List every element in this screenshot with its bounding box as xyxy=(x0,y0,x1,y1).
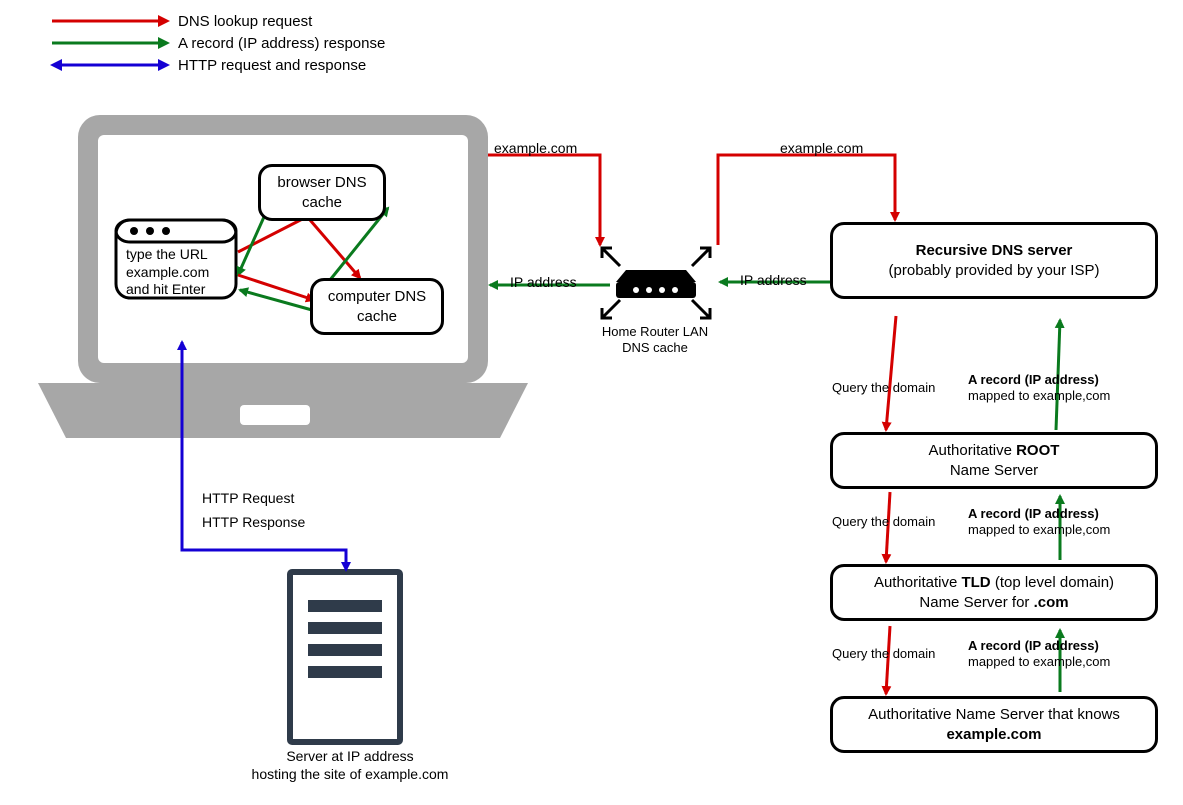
tld-ns-box: Authoritative TLD (top level domain) Nam… xyxy=(830,564,1158,621)
recursive-dns-title: Recursive DNS server xyxy=(916,242,1073,259)
legend-label-http: HTTP request and response xyxy=(178,57,366,74)
label-query-2: Query the domain xyxy=(832,514,935,530)
label-http-response: HTTP Response xyxy=(202,514,305,532)
label-example-com-1: example.com xyxy=(494,140,577,158)
label-a-record-3: A record (IP address) mapped to example,… xyxy=(968,638,1168,671)
computer-dns-cache-box: computer DNS cache xyxy=(310,278,444,335)
browser-dns-cache-label: browser DNS cache xyxy=(277,174,366,211)
computer-dns-cache-label: computer DNS cache xyxy=(328,288,426,325)
label-example-com-2: example.com xyxy=(780,140,863,158)
router-icon xyxy=(602,248,710,318)
server-caption: Server at IP address hosting the site of… xyxy=(240,748,460,783)
legend-row-http: HTTP request and response xyxy=(50,54,385,76)
label-ip-1: IP address xyxy=(510,274,577,292)
label-http-request: HTTP Request xyxy=(202,490,294,508)
label-ip-2: IP address xyxy=(740,272,807,290)
recursive-dns-box: Recursive DNS server (probably provided … xyxy=(830,222,1158,299)
label-a-record-2: A record (IP address) mapped to example,… xyxy=(968,506,1168,539)
url-box-text: type the URL example.com and hit Enter xyxy=(126,246,226,299)
legend-row-a-record: A record (IP address) response xyxy=(50,32,385,54)
legend-arrow-blue xyxy=(50,56,170,74)
root-ns-box: Authoritative ROOT Name Server xyxy=(830,432,1158,489)
recursive-dns-subtitle: (probably provided by your ISP) xyxy=(843,261,1145,281)
legend-arrow-red xyxy=(50,12,170,30)
legend-arrow-green xyxy=(50,34,170,52)
router-caption: Home Router LAN DNS cache xyxy=(600,324,710,357)
legend-label-dns: DNS lookup request xyxy=(178,13,312,30)
browser-dns-cache-box: browser DNS cache xyxy=(258,164,386,221)
server-icon xyxy=(290,572,400,742)
legend-row-dns: DNS lookup request xyxy=(50,10,385,32)
example-ns-box: Authoritative Name Server that knows exa… xyxy=(830,696,1158,753)
legend-label-a-record: A record (IP address) response xyxy=(178,35,385,52)
label-query-3: Query the domain xyxy=(832,646,935,662)
label-a-record-1: A record (IP address) mapped to example,… xyxy=(968,372,1168,405)
legend: DNS lookup request A record (IP address)… xyxy=(50,10,385,76)
label-query-1: Query the domain xyxy=(832,380,935,396)
